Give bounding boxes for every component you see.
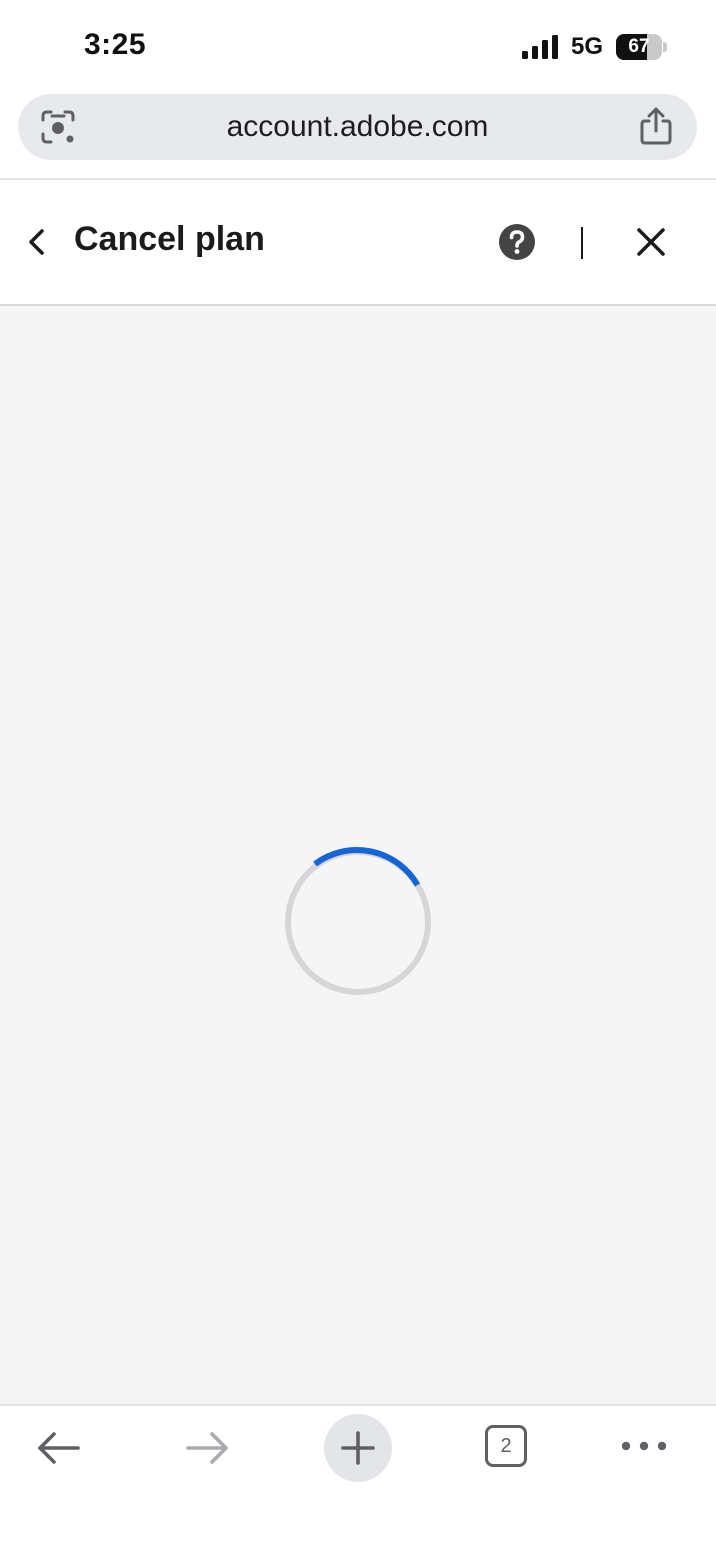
loading-spinner [285, 847, 431, 995]
plus-icon [341, 1431, 375, 1465]
tabs-icon[interactable]: 2 [485, 1425, 527, 1467]
new-tab-button[interactable] [324, 1414, 392, 1482]
help-icon[interactable] [498, 223, 536, 261]
back-chevron-icon[interactable] [22, 224, 52, 260]
url-text[interactable]: account.adobe.com [98, 94, 617, 160]
back-arrow-icon[interactable] [34, 1426, 82, 1470]
battery-cap [663, 42, 667, 52]
status-time: 3:25 [84, 28, 147, 61]
close-icon[interactable] [634, 225, 668, 259]
address-bar[interactable]: account.adobe.com [18, 94, 697, 160]
forward-arrow-icon[interactable] [184, 1426, 232, 1470]
battery-icon: 67 [616, 34, 662, 60]
tab-count: 2 [500, 1434, 512, 1457]
page-title: Cancel plan [74, 220, 265, 258]
phone-screen: 3:25 5G 67 account.adobe.com Cancel plan… [0, 0, 716, 1549]
network-label: 5G [571, 33, 604, 60]
bottom-toolbar: 2 [0, 1404, 716, 1549]
signal-icon [522, 35, 558, 59]
header-separator [581, 227, 583, 259]
more-icon[interactable] [620, 1436, 668, 1456]
battery-percent: 67 [628, 36, 650, 57]
share-icon[interactable] [639, 107, 673, 145]
content-area [0, 306, 716, 1404]
page-header: Cancel plan [0, 180, 716, 304]
status-bar: 3:25 5G 67 [0, 0, 716, 90]
lens-icon[interactable] [40, 109, 76, 145]
